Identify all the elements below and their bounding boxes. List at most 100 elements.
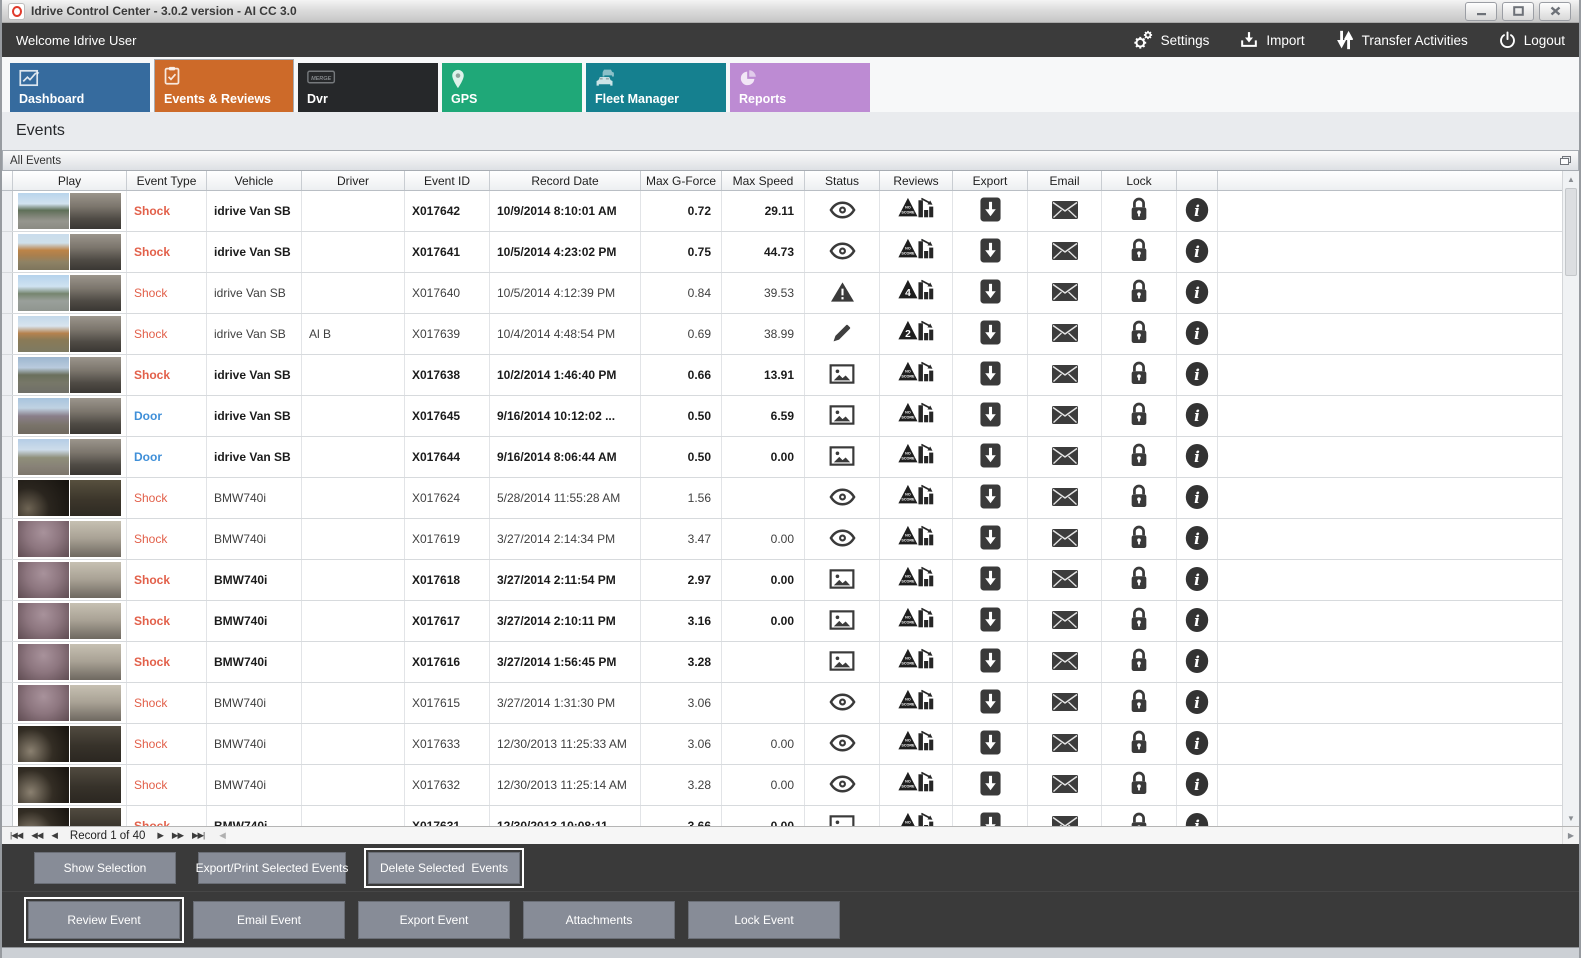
info-icon[interactable]: i [1184, 689, 1210, 718]
row-selector[interactable] [2, 232, 13, 272]
play-thumbnail[interactable] [18, 193, 121, 229]
event-row[interactable]: Door idrive Van SB X017644 9/16/2014 8:06:4… [2, 437, 1579, 478]
toolbar-action-transfer-activities[interactable]: Transfer Activities [1335, 29, 1468, 51]
tab-reports[interactable]: Reports [730, 63, 870, 112]
event-row[interactable]: Shock idrive Van SB X017641 10/5/2014 4:23:… [2, 232, 1579, 273]
button-export-print-selected-events[interactable]: Export/Print Selected Events [196, 851, 348, 884]
button-attachments[interactable]: Attachments [523, 900, 675, 939]
lock-icon[interactable] [1128, 606, 1150, 636]
lock-icon[interactable] [1128, 770, 1150, 800]
review-score-icon[interactable]: NOSCORE [897, 237, 935, 268]
toolbar-action-import[interactable]: Import [1239, 30, 1305, 50]
email-icon[interactable] [1051, 446, 1079, 469]
lock-icon[interactable] [1128, 196, 1150, 226]
toolbar-action-logout[interactable]: Logout [1498, 30, 1565, 50]
export-icon[interactable] [979, 565, 1002, 595]
play-thumbnail[interactable] [18, 234, 121, 270]
email-icon[interactable] [1051, 282, 1079, 305]
play-thumbnail[interactable] [18, 685, 121, 721]
button-email-event[interactable]: Email Event [193, 900, 345, 939]
lock-icon[interactable] [1128, 565, 1150, 595]
event-row[interactable]: Shock BMW740i X017633 12/30/2013 11:25:33 A… [2, 724, 1579, 765]
button-review-event[interactable]: Review Event [24, 896, 184, 943]
review-score-icon[interactable]: NOSCORE [897, 647, 935, 678]
tab-dvr[interactable]: MERGE Dvr [298, 63, 438, 112]
review-score-icon[interactable]: NOSCORE [897, 524, 935, 555]
play-thumbnail[interactable] [18, 808, 121, 826]
export-icon[interactable] [979, 442, 1002, 472]
info-icon[interactable]: i [1184, 730, 1210, 759]
email-icon[interactable] [1051, 610, 1079, 633]
row-selector[interactable] [2, 560, 13, 600]
email-icon[interactable] [1051, 323, 1079, 346]
review-score-icon[interactable]: NOSCORE [897, 729, 935, 760]
play-thumbnail[interactable] [18, 767, 121, 803]
hscroll-right-arrow[interactable]: ▶ [1562, 827, 1579, 844]
info-icon[interactable]: i [1184, 607, 1210, 636]
next-record-button[interactable]: ▶ [157, 830, 163, 841]
button-export-event[interactable]: Export Event [358, 900, 510, 939]
row-selector[interactable] [2, 642, 13, 682]
lock-icon[interactable] [1128, 237, 1150, 267]
tab-gps[interactable]: GPS [442, 63, 582, 112]
column-header-vehicle[interactable]: Vehicle [207, 171, 302, 190]
row-selector[interactable] [2, 519, 13, 559]
review-score-icon[interactable]: NOSCORE [897, 360, 935, 391]
email-icon[interactable] [1051, 528, 1079, 551]
review-score-icon[interactable]: NOSCORE [897, 401, 935, 432]
event-row[interactable]: Shock idrive Van SB Al B X017639 10/4/2014 4… [2, 314, 1579, 355]
review-score-icon[interactable]: NOSCORE [897, 196, 935, 227]
scrollbar-thumb[interactable] [1565, 188, 1577, 276]
restore-panel-icon[interactable] [1560, 156, 1571, 165]
review-score-icon[interactable]: NOSCORE [897, 442, 935, 473]
review-score-icon[interactable]: NOSCORE [897, 770, 935, 801]
column-header-driver[interactable]: Driver [302, 171, 405, 190]
export-icon[interactable] [979, 483, 1002, 513]
event-row[interactable]: Shock BMW740i X017617 3/27/2014 2:10:11 PM 3… [2, 601, 1579, 642]
first-record-button[interactable]: |◀◀ [10, 830, 23, 841]
info-icon[interactable]: i [1184, 402, 1210, 431]
email-icon[interactable] [1051, 241, 1079, 264]
column-header-event-type[interactable]: Event Type [127, 171, 207, 190]
review-score-icon[interactable]: NOSCORE [897, 606, 935, 637]
export-icon[interactable] [979, 237, 1002, 267]
play-thumbnail[interactable] [18, 275, 121, 311]
column-header-reviews[interactable]: Reviews [880, 171, 953, 190]
vertical-scrollbar[interactable]: ▲ ▼ [1562, 171, 1579, 826]
review-score-icon[interactable]: NOSCORE [897, 483, 935, 514]
tab-events-reviews[interactable]: Events & Reviews [154, 59, 294, 112]
info-icon[interactable]: i [1184, 648, 1210, 677]
info-icon[interactable]: i [1184, 484, 1210, 513]
event-row[interactable]: Shock BMW740i X017615 3/27/2014 1:31:30 PM 3… [2, 683, 1579, 724]
review-score-icon[interactable]: NOSCORE [897, 688, 935, 719]
info-icon[interactable]: i [1184, 279, 1210, 308]
button-delete-selected-events[interactable]: Delete Selected Events [364, 847, 524, 888]
info-icon[interactable]: i [1184, 320, 1210, 349]
event-row[interactable]: Shock BMW740i X017616 3/27/2014 1:56:45 PM 3… [2, 642, 1579, 683]
export-icon[interactable] [979, 401, 1002, 431]
export-icon[interactable] [979, 647, 1002, 677]
column-header-event-id[interactable]: Event ID [405, 171, 490, 190]
row-selector[interactable] [2, 437, 13, 477]
row-selector[interactable] [2, 683, 13, 723]
export-icon[interactable] [979, 196, 1002, 226]
hscroll-track[interactable] [225, 827, 1562, 844]
email-icon[interactable] [1051, 200, 1079, 223]
column-header-record-date[interactable]: Record Date [490, 171, 641, 190]
column-header-max-g-force[interactable]: Max G-Force [641, 171, 722, 190]
lock-icon[interactable] [1128, 278, 1150, 308]
next-page-button[interactable]: ▶▶ [172, 830, 184, 841]
row-selector[interactable] [2, 191, 13, 231]
info-icon[interactable]: i [1184, 238, 1210, 267]
export-icon[interactable] [979, 729, 1002, 759]
event-row[interactable]: Shock idrive Van SB X017642 10/9/2014 8:10:… [2, 191, 1579, 232]
export-icon[interactable] [979, 278, 1002, 308]
review-score-icon[interactable]: NOSCORE [898, 811, 935, 826]
play-thumbnail[interactable] [18, 521, 121, 557]
row-selector[interactable] [2, 314, 13, 354]
column-header-export[interactable]: Export [953, 171, 1028, 190]
lock-icon[interactable] [1128, 319, 1150, 349]
info-icon[interactable]: i [1184, 443, 1210, 472]
column-header-status[interactable]: Status [805, 171, 880, 190]
lock-icon[interactable] [1128, 811, 1150, 826]
